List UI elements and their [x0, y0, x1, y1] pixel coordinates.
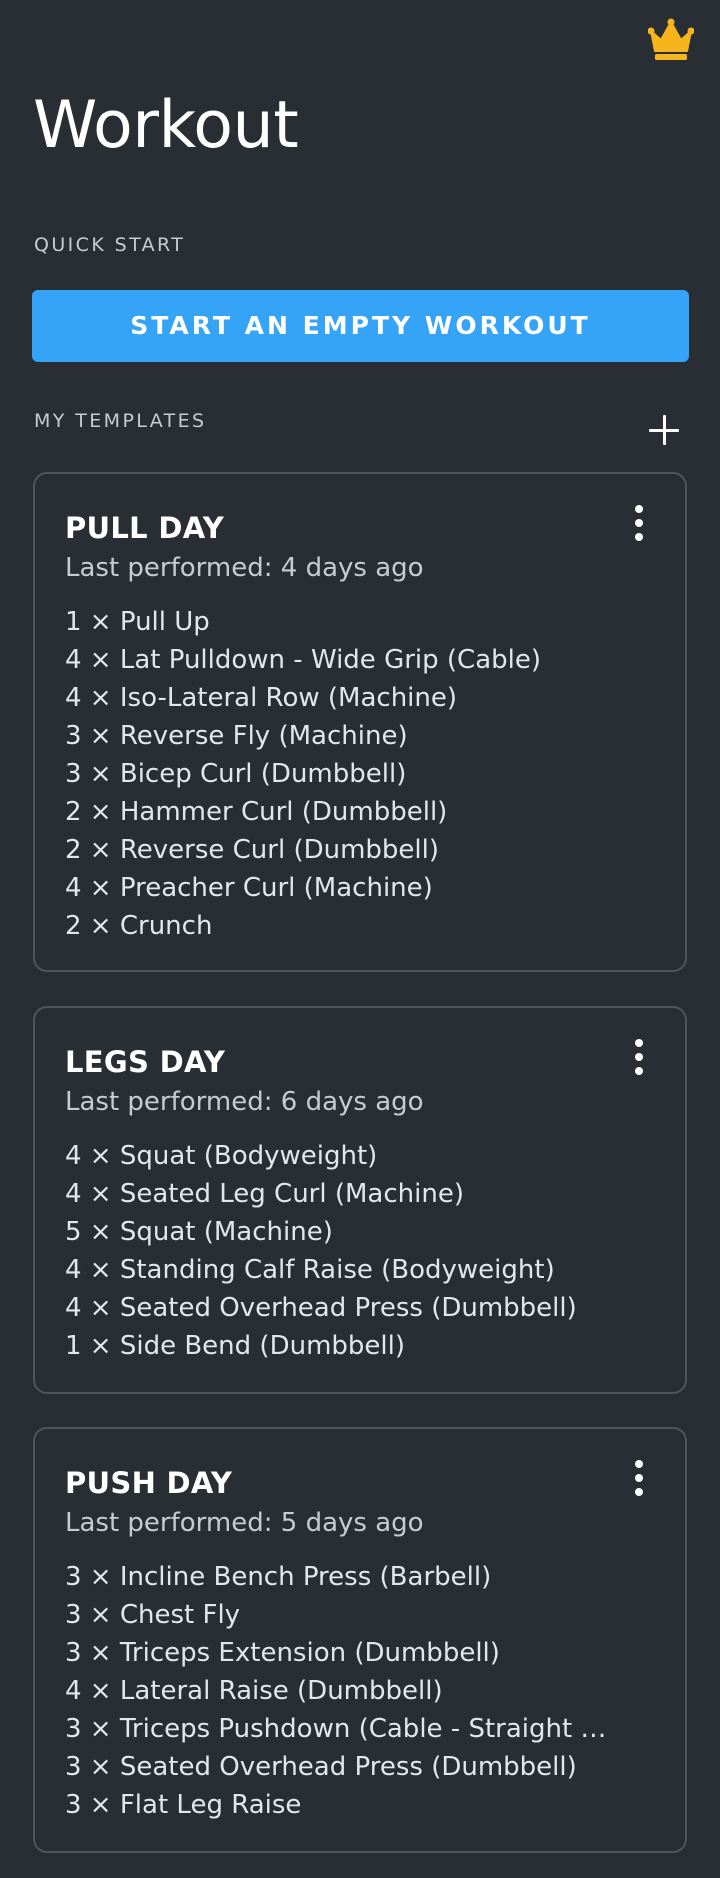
template-last-performed: Last performed: 4 days ago [65, 553, 424, 583]
template-card-push-day[interactable]: PUSH DAY Last performed: 5 days ago 3 × … [33, 1427, 687, 1853]
template-card-pull-day[interactable]: PULL DAY Last performed: 4 days ago 1 × … [33, 472, 687, 972]
quick-start-label: QUICK START [34, 234, 186, 256]
template-title: PULL DAY [65, 511, 224, 545]
exercise-item: 3 × Triceps Extension (Dumbbell) [65, 1638, 500, 1668]
my-templates-label: MY TEMPLATES [34, 410, 207, 432]
start-empty-workout-button[interactable]: START AN EMPTY WORKOUT [32, 290, 689, 362]
exercise-item: 4 × Preacher Curl (Machine) [65, 873, 433, 903]
exercise-item: 4 × Lateral Raise (Dumbbell) [65, 1676, 443, 1706]
exercise-item: 3 × Flat Leg Raise [65, 1790, 302, 1820]
exercise-item: 3 × Incline Bench Press (Barbell) [65, 1562, 492, 1592]
exercise-item: 4 × Standing Calf Raise (Bodyweight) [65, 1255, 555, 1285]
template-title: PUSH DAY [65, 1466, 233, 1500]
exercise-item: 4 × Seated Leg Curl (Machine) [65, 1179, 464, 1209]
exercise-item: 4 × Iso-Lateral Row (Machine) [65, 683, 458, 713]
exercise-item: 4 × Lat Pulldown - Wide Grip (Cable) [65, 645, 541, 675]
template-card-legs-day[interactable]: LEGS DAY Last performed: 6 days ago 4 × … [33, 1006, 687, 1394]
exercise-item: 5 × Squat (Machine) [65, 1217, 333, 1247]
exercise-list: 4 × Squat (Bodyweight) 4 × Seated Leg Cu… [65, 1137, 625, 1365]
crown-icon[interactable] [648, 18, 694, 62]
exercise-item: 1 × Side Bend (Dumbbell) [65, 1331, 405, 1361]
exercise-list: 1 × Pull Up 4 × Lat Pulldown - Wide Grip… [65, 603, 625, 945]
template-last-performed: Last performed: 6 days ago [65, 1087, 424, 1117]
exercise-list: 3 × Incline Bench Press (Barbell) 3 × Ch… [65, 1558, 625, 1824]
exercise-item: 3 × Reverse Fly (Machine) [65, 721, 408, 751]
exercise-item: 2 × Hammer Curl (Dumbbell) [65, 797, 448, 827]
exercise-item: 4 × Squat (Bodyweight) [65, 1141, 378, 1171]
exercise-item: 2 × Reverse Curl (Dumbbell) [65, 835, 440, 865]
template-title: LEGS DAY [65, 1045, 226, 1079]
exercise-item: 3 × Chest Fly [65, 1600, 241, 1630]
exercise-item: 1 × Pull Up [65, 607, 210, 637]
template-last-performed: Last performed: 5 days ago [65, 1508, 424, 1538]
exercise-item: 3 × Seated Overhead Press (Dumbbell) [65, 1752, 577, 1782]
add-template-plus-icon[interactable] [647, 413, 681, 447]
exercise-item: 4 × Seated Overhead Press (Dumbbell) [65, 1293, 577, 1323]
more-options-icon[interactable] [629, 1038, 649, 1078]
exercise-item: 3 × Triceps Pushdown (Cable - Straight … [65, 1714, 607, 1744]
more-options-icon[interactable] [629, 504, 649, 544]
exercise-item: 3 × Bicep Curl (Dumbbell) [65, 759, 407, 789]
page-title: Workout [33, 88, 299, 163]
more-options-icon[interactable] [629, 1459, 649, 1499]
exercise-item: 2 × Crunch [65, 911, 213, 941]
